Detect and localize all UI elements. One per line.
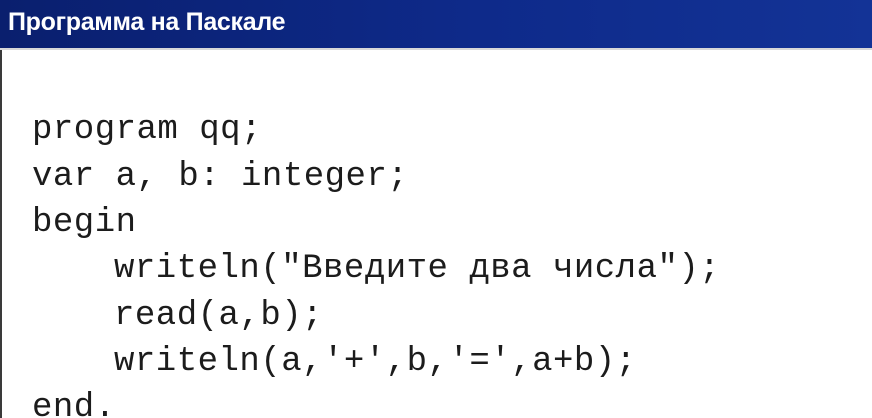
code-line-end: end. bbox=[32, 389, 116, 418]
code-line-var: var a, b: integer; bbox=[32, 158, 409, 196]
title-bar: Программа на Паскале bbox=[0, 0, 872, 50]
code-line-read: read(a,b); bbox=[114, 297, 324, 335]
code-line-writeln-sum: writeln(a,'+',b,'=',a+b); bbox=[114, 343, 637, 381]
code-line-program: program qq; bbox=[32, 111, 262, 149]
code-window: Программа на Паскале program qq; var a, … bbox=[0, 0, 872, 418]
code-area: program qq; var a, b: integer; begin wri… bbox=[0, 50, 872, 418]
code-line-writeln-prompt: writeln("Введите два числа"); bbox=[114, 250, 721, 288]
window-title: Программа на Паскале bbox=[8, 8, 286, 36]
code-line-begin: begin bbox=[32, 204, 137, 242]
